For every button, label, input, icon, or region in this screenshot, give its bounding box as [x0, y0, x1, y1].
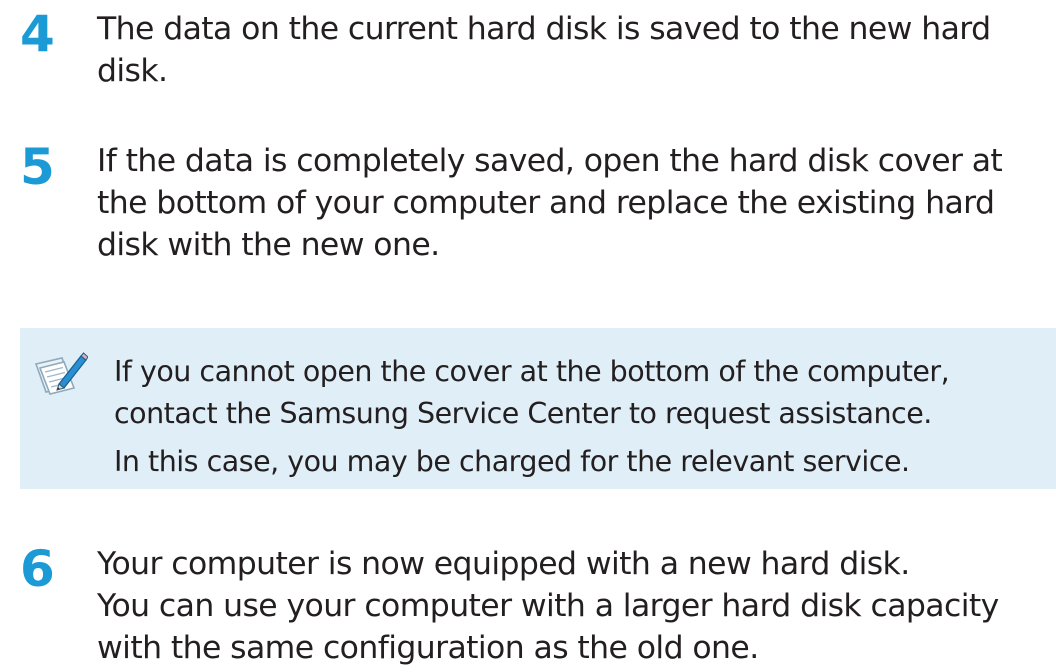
note-box: If you cannot open the cover at the bott…	[20, 328, 1056, 489]
step-5: 5 If the data is completely saved, open …	[20, 139, 1040, 279]
note-text: If you cannot open the cover at the bott…	[114, 351, 1054, 483]
step-text-line: the bottom of your computer and replace …	[97, 185, 995, 221]
step-text-line: disk.	[97, 53, 168, 89]
note-text-line: If you cannot open the cover at the bott…	[114, 355, 950, 388]
note-text-line: In this case, you may be charged for the…	[114, 445, 910, 478]
step-6: 6 Your computer is now equipped with a n…	[20, 541, 1040, 671]
note-text-line: contact the Samsung Service Center to re…	[114, 397, 932, 430]
step-text-line: You can use your computer with a larger …	[97, 588, 999, 624]
step-text-line: The data on the current hard disk is sav…	[97, 11, 991, 47]
step-text: The data on the current hard disk is sav…	[97, 8, 1042, 92]
step-text-line: Your computer is now equipped with a new…	[97, 546, 910, 582]
step-text: Your computer is now equipped with a new…	[97, 543, 1042, 669]
step-4: 4 The data on the current hard disk is s…	[20, 6, 1040, 96]
step-number: 4	[20, 5, 55, 63]
step-text: If the data is completely saved, open th…	[97, 140, 1042, 266]
note-pencil-icon	[32, 350, 89, 400]
step-text-line: disk with the new one.	[97, 227, 440, 263]
step-number: 5	[20, 138, 55, 196]
step-text-line: with the same configuration as the old o…	[97, 630, 759, 666]
step-text-line: If the data is completely saved, open th…	[97, 143, 1003, 179]
step-number: 6	[20, 540, 55, 598]
